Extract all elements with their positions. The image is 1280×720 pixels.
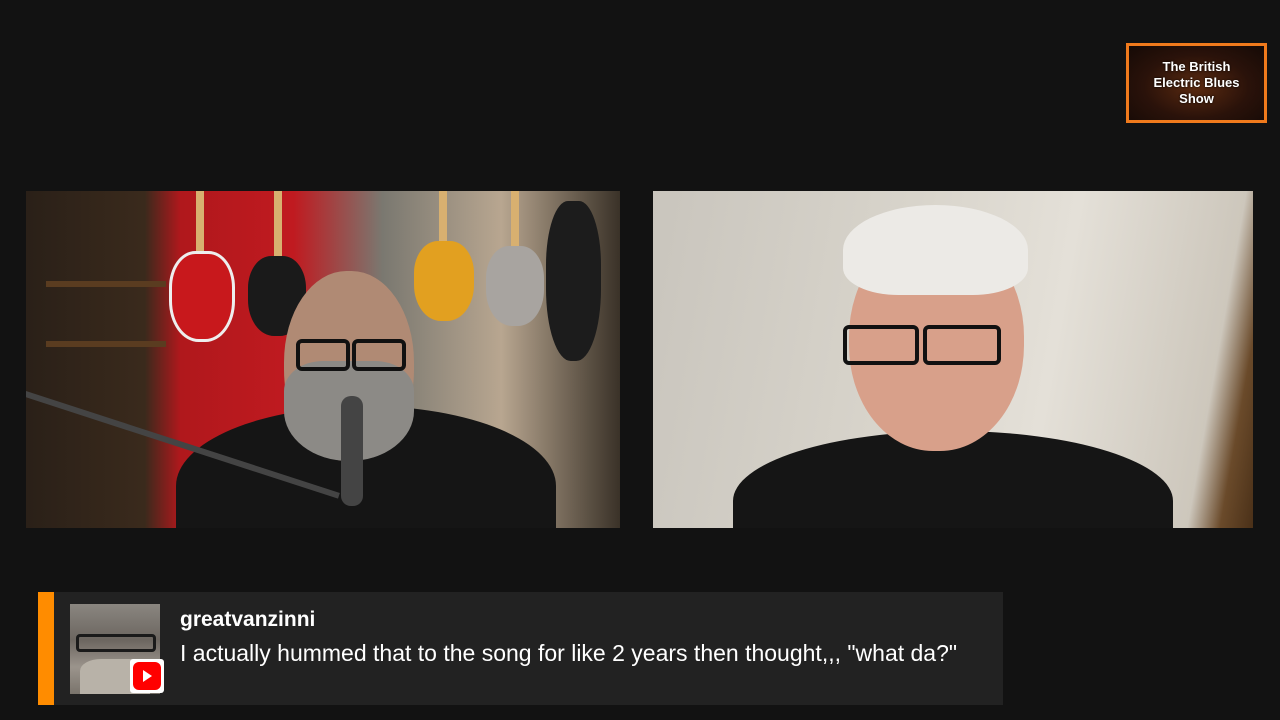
guest-glasses — [843, 325, 919, 365]
microphone — [341, 396, 363, 506]
guest-hair — [843, 205, 1028, 295]
guitar — [414, 241, 474, 321]
guitar — [486, 246, 544, 326]
show-logo: The British Electric Blues Show — [1126, 43, 1267, 123]
bookshelf — [46, 281, 166, 287]
bookshelf — [46, 341, 166, 347]
host-glasses — [352, 339, 406, 371]
youtube-icon — [130, 659, 164, 693]
chat-username: greatvanzinni — [180, 608, 316, 631]
chat-accent-bar — [38, 592, 54, 705]
guest-glasses — [923, 325, 1001, 365]
chat-message-text: I actually hummed that to the song for l… — [180, 640, 958, 666]
chat-message-overlay: greatvanzinni I actually hummed that to … — [38, 592, 1003, 705]
host-glasses — [296, 339, 350, 371]
play-icon — [142, 670, 152, 682]
guitar-case — [546, 201, 601, 361]
video-feed-guest — [653, 191, 1253, 528]
video-feed-host — [26, 191, 620, 528]
avatar-glasses — [76, 634, 156, 652]
guitar-neck — [511, 191, 519, 251]
youtube-icon-inner — [133, 662, 161, 690]
guitar-neck — [274, 191, 282, 266]
guitar — [169, 251, 235, 342]
show-logo-text: The British Electric Blues Show — [1153, 59, 1240, 106]
